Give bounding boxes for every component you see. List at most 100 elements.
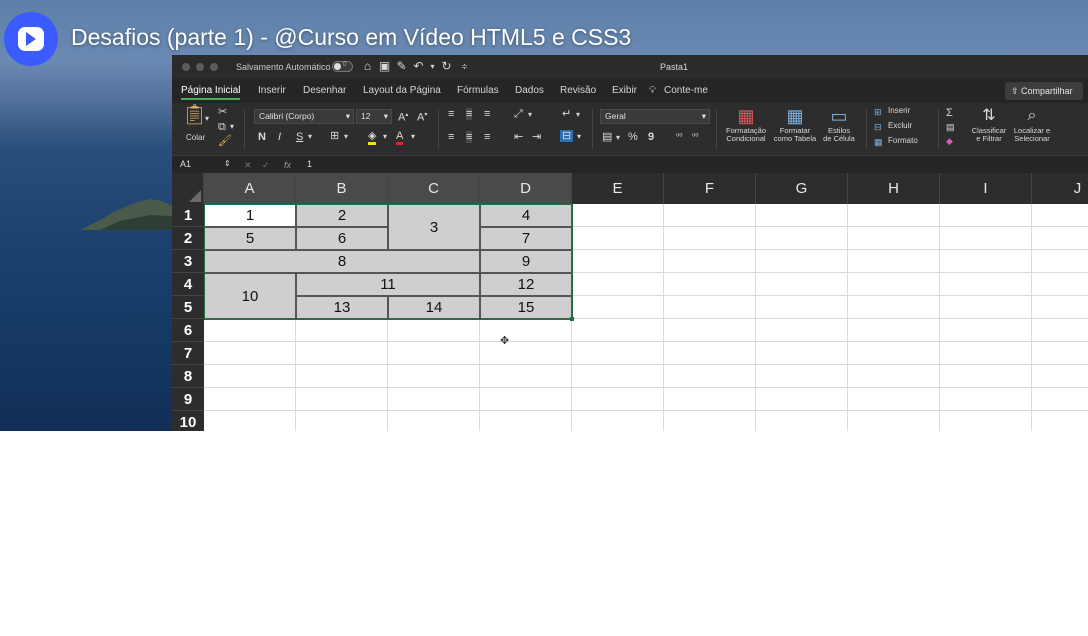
column-header-a[interactable]: A — [204, 173, 296, 204]
cell-styles-button[interactable]: ▭ Estilos de Célula — [819, 105, 859, 143]
cell-d1[interactable]: 4 — [480, 204, 572, 227]
wrap-text-dropdown-icon[interactable]: ▾ — [576, 109, 580, 121]
select-all-button[interactable] — [172, 173, 204, 204]
tab-layout-da-pagina[interactable]: Layout da Página — [363, 85, 441, 96]
delete-cells-icon[interactable]: ⊟ — [874, 121, 882, 133]
cell-d3[interactable]: 9 — [480, 250, 572, 273]
align-bottom-icon[interactable]: ≡ — [484, 108, 490, 120]
cell-d5[interactable]: 15 — [480, 296, 572, 319]
column-header-d[interactable]: D — [480, 173, 572, 204]
row-header-6[interactable]: 6 — [172, 319, 204, 342]
tab-revisao[interactable]: Revisão — [560, 85, 596, 96]
tab-inserir[interactable]: Inserir — [258, 85, 286, 96]
column-header-c[interactable]: C — [388, 173, 480, 204]
align-right-icon[interactable]: ≡ — [484, 131, 490, 143]
align-middle-icon[interactable]: ≡ — [466, 108, 473, 120]
customize-toolbar-icon[interactable]: ≑ — [458, 60, 471, 73]
find-select-button[interactable]: ⌕ Localizar e Selecionar — [1010, 105, 1054, 143]
undo-icon[interactable]: ↶ — [412, 60, 425, 73]
merge-center-icon[interactable]: ⊟ — [560, 130, 574, 142]
tab-dados[interactable]: Dados — [515, 85, 544, 96]
bold-button[interactable]: N — [258, 131, 266, 143]
underline-button[interactable]: S — [296, 131, 303, 143]
clear-icon[interactable]: ◆ — [946, 135, 953, 147]
fill-handle[interactable] — [570, 317, 574, 321]
save-icon[interactable]: ▣ — [378, 60, 391, 73]
row-header-2[interactable]: 2 — [172, 227, 204, 250]
sort-filter-button[interactable]: ⇅ Classificar e Filtrar — [968, 105, 1010, 143]
comma-style-icon[interactable]: 9 — [648, 131, 654, 143]
name-box-stepper-icon[interactable]: ⇕ — [224, 158, 231, 170]
tab-exibir[interactable]: Exibir — [612, 85, 637, 96]
paste-icon[interactable]: 📋︎ — [182, 105, 207, 131]
cell-b5[interactable]: 13 — [296, 296, 388, 319]
close-window-button[interactable] — [182, 63, 190, 71]
format-cells-icon[interactable]: ▦ — [874, 136, 883, 148]
cell-c5[interactable]: 14 — [388, 296, 480, 319]
column-header-g[interactable]: G — [756, 173, 848, 204]
number-format-dropdown[interactable]: Geral ▾ — [600, 109, 710, 124]
cell-b4-c4-merged[interactable]: 11 — [296, 273, 480, 296]
cell-d2[interactable]: 7 — [480, 227, 572, 250]
cell-a2[interactable]: 5 — [204, 227, 296, 250]
column-header-j[interactable]: J — [1032, 173, 1088, 204]
minimize-window-button[interactable] — [196, 63, 204, 71]
fill-color-dropdown-icon[interactable]: ▾ — [383, 131, 387, 143]
cell-c1-c2-merged[interactable]: 3 — [388, 204, 480, 250]
underline-dropdown-icon[interactable]: ▾ — [308, 131, 312, 143]
row-header-7[interactable]: 7 — [172, 342, 204, 365]
formula-input[interactable]: 1 — [307, 159, 312, 169]
wrap-text-icon[interactable]: ↵ — [562, 108, 571, 120]
cell-a4-a5-merged[interactable]: 10 — [204, 273, 296, 319]
increase-indent-icon[interactable]: ⇥ — [532, 131, 541, 143]
format-as-table-button[interactable]: ▦ Formatar como Tabela — [771, 105, 819, 143]
row-header-3[interactable]: 3 — [172, 250, 204, 273]
column-header-b[interactable]: B — [296, 173, 388, 204]
copy-dropdown-icon[interactable]: ▾ — [230, 121, 234, 133]
tab-conte-me[interactable]: Conte-me — [664, 85, 708, 96]
home-icon[interactable]: ⌂ — [361, 60, 374, 73]
format-painter-icon[interactable]: 🖌︎ — [218, 135, 232, 147]
delete-cells-button[interactable]: Excluir — [888, 121, 912, 130]
borders-icon[interactable]: ⊞ — [330, 130, 339, 142]
name-box[interactable]: A1 — [180, 159, 191, 169]
zoom-window-button[interactable] — [210, 63, 218, 71]
cancel-entry-icon[interactable]: ✕ — [244, 159, 252, 171]
font-name-dropdown[interactable]: Calibri (Corpo) ▾ — [254, 109, 354, 124]
row-header-1[interactable]: 1 — [172, 204, 204, 227]
align-top-icon[interactable]: ≡ — [448, 108, 454, 120]
column-header-i[interactable]: I — [940, 173, 1032, 204]
row-header-10[interactable]: 10 — [172, 411, 204, 431]
column-header-e[interactable]: E — [572, 173, 664, 204]
increase-decimal-icon[interactable]: ⁰⁰ — [676, 131, 682, 143]
font-color-dropdown-icon[interactable]: ▾ — [411, 131, 415, 143]
insert-cells-icon[interactable]: ⊞ — [874, 106, 882, 118]
tab-formulas[interactable]: Fórmulas — [457, 85, 499, 96]
increase-font-icon[interactable]: A▴ — [398, 109, 408, 124]
paste-dropdown-icon[interactable]: ▾ — [205, 113, 209, 125]
redo-icon[interactable]: ↻ — [440, 60, 453, 73]
cell-b2[interactable]: 6 — [296, 227, 388, 250]
confirm-entry-icon[interactable]: ✓ — [262, 159, 270, 171]
orientation-dropdown-icon[interactable]: ▾ — [528, 109, 532, 121]
insert-cells-button[interactable]: Inserir — [888, 106, 910, 115]
fill-color-icon[interactable]: ◈ — [368, 130, 377, 145]
column-header-f[interactable]: F — [664, 173, 756, 204]
decrease-indent-icon[interactable]: ⇤ — [514, 131, 523, 143]
channel-logo-icon[interactable] — [4, 12, 58, 66]
cut-icon[interactable]: ✂ — [218, 106, 227, 118]
font-size-dropdown[interactable]: 12 ▾ — [356, 109, 392, 124]
cell-b1[interactable]: 2 — [296, 204, 388, 227]
row-header-9[interactable]: 9 — [172, 388, 204, 411]
fill-icon[interactable]: ▤ — [946, 121, 955, 133]
percent-icon[interactable]: % — [628, 131, 638, 143]
row-header-8[interactable]: 8 — [172, 365, 204, 388]
currency-dropdown-icon[interactable]: ▾ — [616, 132, 620, 144]
autosave-toggle[interactable]: 0 — [332, 61, 353, 72]
column-header-h[interactable]: H — [848, 173, 940, 204]
font-color-icon[interactable]: A — [396, 130, 404, 145]
format-cells-button[interactable]: Formato — [888, 136, 918, 145]
align-left-icon[interactable]: ≡ — [448, 131, 454, 143]
decrease-font-icon[interactable]: A▾ — [417, 109, 427, 124]
share-button[interactable]: ⇪ Compartilhar — [1005, 82, 1083, 100]
